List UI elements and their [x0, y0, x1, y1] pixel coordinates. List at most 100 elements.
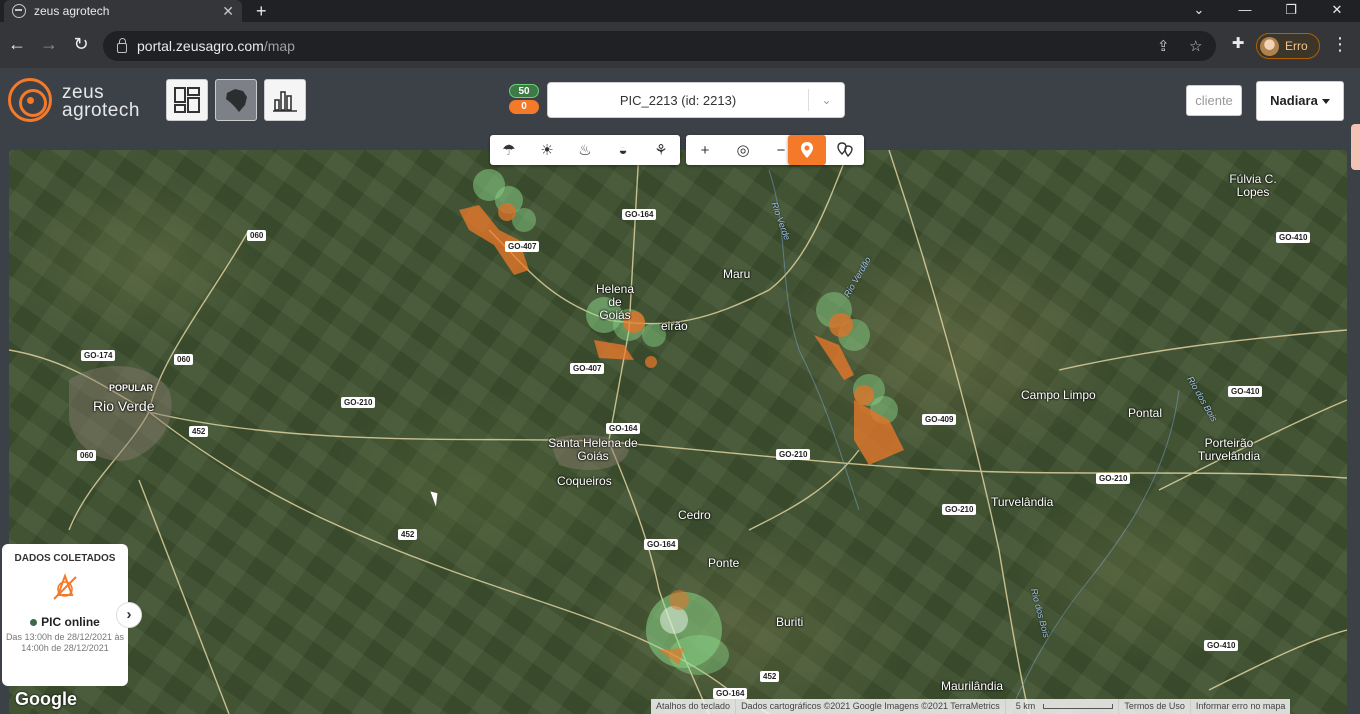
offline-count-badge: 0: [509, 100, 539, 114]
place-maru: Maru: [723, 267, 751, 281]
place-maurilandia: Maurilândia: [941, 679, 1004, 693]
road-shield: 060: [247, 230, 267, 241]
place-ponte: Ponte: [708, 556, 740, 570]
dashboard-icon: [174, 87, 200, 113]
report-error-link[interactable]: Informar erro no mapa: [1189, 699, 1291, 714]
device-count-badges: 50 0: [506, 82, 542, 122]
place-rio-verde: Rio Verde: [93, 398, 155, 414]
road-shield: GO-410: [1204, 640, 1239, 651]
globe-icon: [12, 4, 26, 18]
device-select[interactable]: PIC_2213 (id: 2213) ⌄: [547, 82, 845, 118]
extensions-icon[interactable]: ✚: [1227, 33, 1249, 55]
map-scale[interactable]: 5 km: [1004, 699, 1119, 714]
signal-off-icon: [50, 573, 80, 603]
zeus-logo[interactable]: zeus agrotech: [8, 76, 158, 126]
share-icon[interactable]: ⇪: [1157, 37, 1170, 55]
road-shield: GO-210: [1096, 473, 1131, 484]
tab-title: zeus agrotech: [34, 4, 110, 18]
road-shield: GO-210: [776, 449, 811, 460]
browser-menu-icon[interactable]: ⋮: [1329, 33, 1351, 55]
map-attribution: Atalhos do teclado Dados cartográficos ©…: [651, 699, 1291, 714]
road-shield: GO-210: [942, 504, 977, 515]
pic-status: PIC online: [2, 615, 128, 629]
place-cedro: Cedro: [678, 508, 711, 522]
bookmark-star-icon[interactable]: ☆: [1189, 37, 1202, 55]
road-shield: GO-407: [505, 241, 540, 252]
avatar: [1260, 36, 1279, 56]
road-shield: GO-210: [341, 397, 376, 408]
place-fulvia: Fúlvia C. Lopes: [1229, 172, 1277, 199]
road-shield: GO-410: [1228, 386, 1263, 397]
place-porteirao: Porteirão Turvelândia: [1197, 436, 1261, 463]
forward-icon[interactable]: →: [38, 33, 60, 55]
tab-search-icon[interactable]: ⌄: [1176, 0, 1222, 22]
new-tab-button[interactable]: +: [256, 0, 267, 22]
bar-chart-icon: [273, 91, 297, 112]
minimize-button[interactable]: —: [1222, 0, 1268, 22]
sunset-icon[interactable]: ◒: [604, 135, 642, 165]
layer-toolbar: ☂ ☀ ♨ ◒ ⚘: [490, 135, 680, 165]
data-collected-card: DADOS COLETADOS PIC online Das 13:00h de…: [2, 544, 128, 686]
road-shield: GO-164: [644, 539, 679, 550]
online-dot-icon: [30, 619, 38, 627]
app-header: zeus agrotech 50 0 PIC_2213 (id: 2213) ⌄…: [0, 68, 1360, 714]
caret-down-icon: [1321, 99, 1330, 105]
online-count-badge: 50: [509, 84, 539, 98]
multi-pin-icon[interactable]: [826, 135, 864, 165]
client-input[interactable]: cliente: [1186, 85, 1242, 116]
zeus-logo-icon: [8, 78, 52, 122]
road-shield: GO-407: [570, 363, 605, 374]
cloud-rain-icon[interactable]: ☂: [490, 135, 528, 165]
road-shield: 452: [189, 426, 209, 437]
road-shield: GO-164: [606, 423, 641, 434]
road-shield: 060: [174, 354, 194, 365]
restore-button[interactable]: ❐: [1268, 0, 1314, 22]
terms-link[interactable]: Termos de Uso: [1118, 699, 1190, 714]
keyboard-shortcuts-link[interactable]: Atalhos do teclado: [651, 699, 735, 714]
close-tab-icon[interactable]: ✕: [222, 3, 234, 20]
url-text: portal.zeusagro.com/map: [137, 38, 295, 54]
place-campo-limpo: Campo Limpo: [1021, 388, 1096, 402]
sun-icon[interactable]: ☀: [528, 135, 566, 165]
map[interactable]: Rio Verde POPULAR Helena de Goiás Maru e…: [9, 150, 1347, 714]
map-pin-icon[interactable]: [788, 135, 826, 165]
road-shield: GO-164: [622, 209, 657, 220]
google-logo: Google: [15, 689, 77, 709]
place-heirao: eirão: [661, 319, 688, 333]
road-shield: GO-409: [922, 414, 957, 425]
side-panel-tab[interactable]: [1351, 124, 1360, 170]
place-helena: Helena de Goiás: [595, 282, 635, 322]
map-view-button[interactable]: [215, 79, 257, 121]
browser-tab[interactable]: zeus agrotech ✕: [4, 0, 242, 22]
plant-icon[interactable]: ⚘: [642, 135, 680, 165]
zoom-toolbar: + ◎ −: [686, 135, 800, 165]
map-data-credit: Dados cartográficos ©2021 Google Imagens…: [735, 699, 1005, 714]
profile-button[interactable]: Erro: [1256, 33, 1320, 59]
locate-button[interactable]: ◎: [724, 135, 762, 165]
logo-word-2: agrotech: [62, 100, 140, 121]
chevron-down-icon[interactable]: ⌄: [808, 89, 844, 111]
road-shield: 452: [398, 529, 418, 540]
road-shield: 060: [77, 450, 97, 461]
back-icon[interactable]: ←: [6, 33, 28, 55]
place-pontal: Pontal: [1128, 406, 1163, 420]
map-roads-layer: [9, 150, 1347, 714]
reload-icon[interactable]: ↻: [70, 33, 92, 55]
road-shield: GO-164: [713, 688, 748, 699]
road-shield: 452: [760, 671, 780, 682]
profile-error-label: Erro: [1285, 39, 1308, 53]
close-window-button[interactable]: ✕: [1314, 0, 1360, 22]
place-turvelandia: Turvelândia: [991, 495, 1054, 509]
dashboard-button[interactable]: [166, 79, 208, 121]
user-menu-button[interactable]: Nadiara: [1256, 81, 1344, 121]
place-coqueiros: Coqueiros: [557, 474, 612, 488]
address-bar[interactable]: portal.zeusagro.com/map ⇪ ☆: [103, 31, 1216, 61]
card-next-button[interactable]: ›: [116, 602, 142, 628]
browser-tab-bar: zeus agrotech ✕ + ⌄ — ❐ ✕: [0, 0, 1360, 22]
charts-button[interactable]: [264, 79, 306, 121]
place-buriti: Buriti: [776, 615, 804, 629]
place-santa-helena: Santa Helena de Goiás: [548, 436, 638, 463]
zoom-in-button[interactable]: +: [686, 135, 724, 165]
browser-toolbar: ← → ↻ portal.zeusagro.com/map ⇪ ☆ ✚ Erro…: [0, 22, 1360, 68]
fire-icon[interactable]: ♨: [566, 135, 604, 165]
